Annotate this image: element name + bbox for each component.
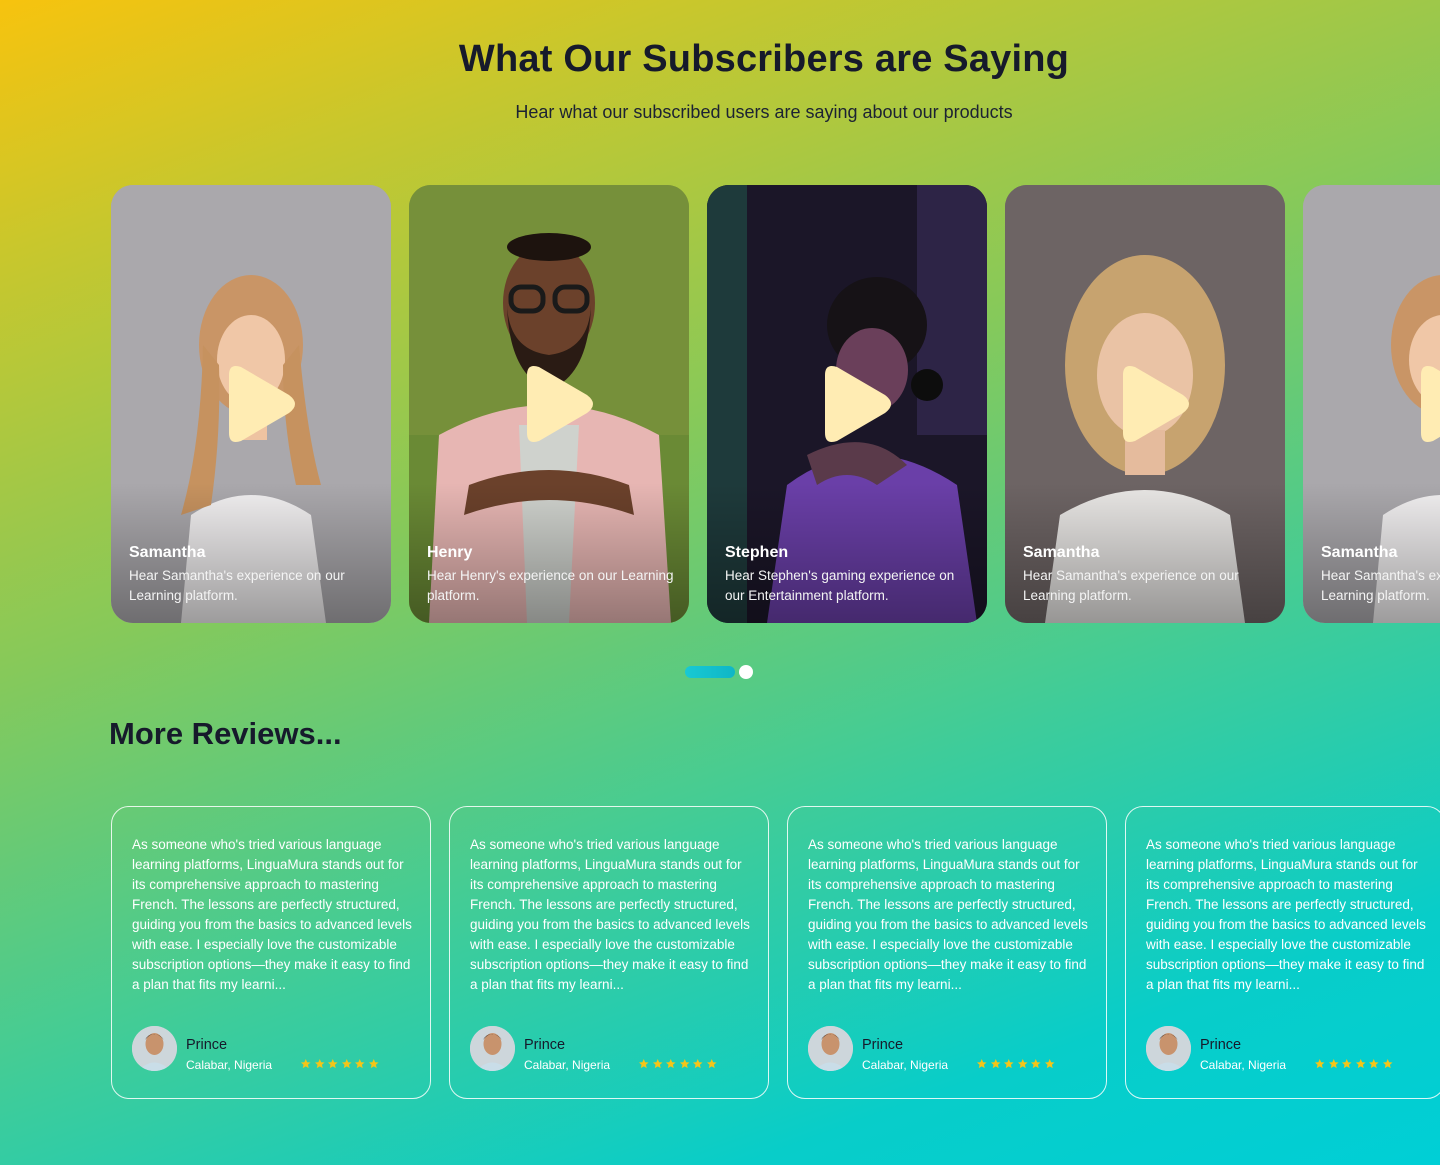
star-rating <box>638 1058 717 1070</box>
review-card: As someone who's tried various language … <box>787 806 1107 1099</box>
star-icon <box>1355 1058 1366 1069</box>
star-icon <box>1382 1058 1393 1069</box>
video-card-name: Stephen <box>725 544 789 561</box>
star-icon <box>314 1058 325 1069</box>
star-icon <box>1328 1058 1339 1069</box>
star-icon <box>1044 1058 1055 1069</box>
avatar <box>132 1026 177 1071</box>
reviewer-location: Calabar, Nigeria <box>524 1058 611 1072</box>
video-card-description: Hear Samantha's experience on our Learni… <box>129 568 345 603</box>
star-icon <box>327 1058 338 1069</box>
video-card-description: Hear Stephen's gaming experience on our … <box>725 568 955 603</box>
reviewer-location: Calabar, Nigeria <box>862 1058 949 1072</box>
star-icon <box>368 1058 379 1069</box>
star-rating <box>300 1058 379 1070</box>
play-icon[interactable] <box>215 363 297 445</box>
video-card[interactable]: Samantha Hear Samantha's experience on o… <box>1303 185 1440 623</box>
review-text: As someone who's tried various language … <box>132 837 412 992</box>
play-icon[interactable] <box>1407 363 1440 445</box>
star-icon <box>638 1058 649 1069</box>
play-icon[interactable] <box>513 363 595 445</box>
video-card-description: Hear Henry's experience on our Learning … <box>427 568 674 603</box>
star-icon <box>990 1058 1001 1069</box>
reviewer-location: Calabar, Nigeria <box>1200 1058 1287 1072</box>
page-subtitle: Hear what our subscribed users are sayin… <box>515 102 1013 122</box>
video-card[interactable]: Henry Hear Henry's experience on our Lea… <box>409 185 689 623</box>
star-icon <box>679 1058 690 1069</box>
star-icon <box>341 1058 352 1069</box>
testimonial-video-carousel: Samantha Hear Samantha's experience on o… <box>111 185 1440 623</box>
reviewer-name: Prince <box>524 1037 566 1053</box>
reviews-carousel: As someone who's tried various language … <box>111 806 1440 1100</box>
star-icon <box>1017 1058 1028 1069</box>
review-card: As someone who's tried various language … <box>111 806 431 1099</box>
star-icon <box>1368 1058 1379 1069</box>
page-title: What Our Subscribers are Saying <box>458 38 1070 80</box>
star-icon <box>976 1058 987 1069</box>
video-card-name: Henry <box>427 544 473 561</box>
reviewer-name: Prince <box>1200 1037 1242 1053</box>
video-card[interactable]: Stephen Hear Stephen's gaming experience… <box>707 185 987 623</box>
video-card-name: Samantha <box>129 544 206 561</box>
review-card: As someone who's tried various language … <box>449 806 769 1099</box>
star-icon <box>665 1058 676 1069</box>
reviewer-name: Prince <box>862 1037 904 1053</box>
star-icon <box>1314 1058 1325 1069</box>
review-text: As someone who's tried various language … <box>470 837 750 992</box>
star-rating <box>1314 1058 1393 1070</box>
avatar <box>1146 1026 1191 1071</box>
review-card: As someone who's tried various language … <box>1125 806 1440 1099</box>
play-icon[interactable] <box>1109 363 1191 445</box>
review-text: As someone who's tried various language … <box>808 837 1088 992</box>
video-card[interactable]: Samantha Hear Samantha's experience on o… <box>111 185 391 623</box>
video-card-name: Samantha <box>1023 544 1100 561</box>
star-icon <box>692 1058 703 1069</box>
video-card-name: Samantha <box>1321 544 1398 561</box>
carousel-dot[interactable] <box>739 665 753 679</box>
star-icon <box>706 1058 717 1069</box>
star-icon <box>300 1058 311 1069</box>
video-card-description: Hear Samantha's experience on our Learni… <box>1023 568 1239 603</box>
video-card[interactable]: Samantha Hear Samantha's experience on o… <box>1005 185 1285 623</box>
reviewer-name: Prince <box>186 1037 228 1053</box>
carousel-dot-active[interactable] <box>685 666 735 678</box>
star-icon <box>354 1058 365 1069</box>
star-icon <box>1341 1058 1352 1069</box>
more-reviews-title: More Reviews... <box>109 716 342 751</box>
review-text: As someone who's tried various language … <box>1146 837 1426 992</box>
video-card-description: Hear Samantha's experience on our Learni… <box>1321 568 1440 603</box>
play-icon[interactable] <box>811 363 893 445</box>
avatar <box>808 1026 853 1071</box>
star-icon <box>1003 1058 1014 1069</box>
star-icon <box>1030 1058 1041 1069</box>
star-rating <box>976 1058 1055 1070</box>
avatar <box>470 1026 515 1071</box>
reviewer-location: Calabar, Nigeria <box>186 1058 273 1072</box>
star-icon <box>652 1058 663 1069</box>
